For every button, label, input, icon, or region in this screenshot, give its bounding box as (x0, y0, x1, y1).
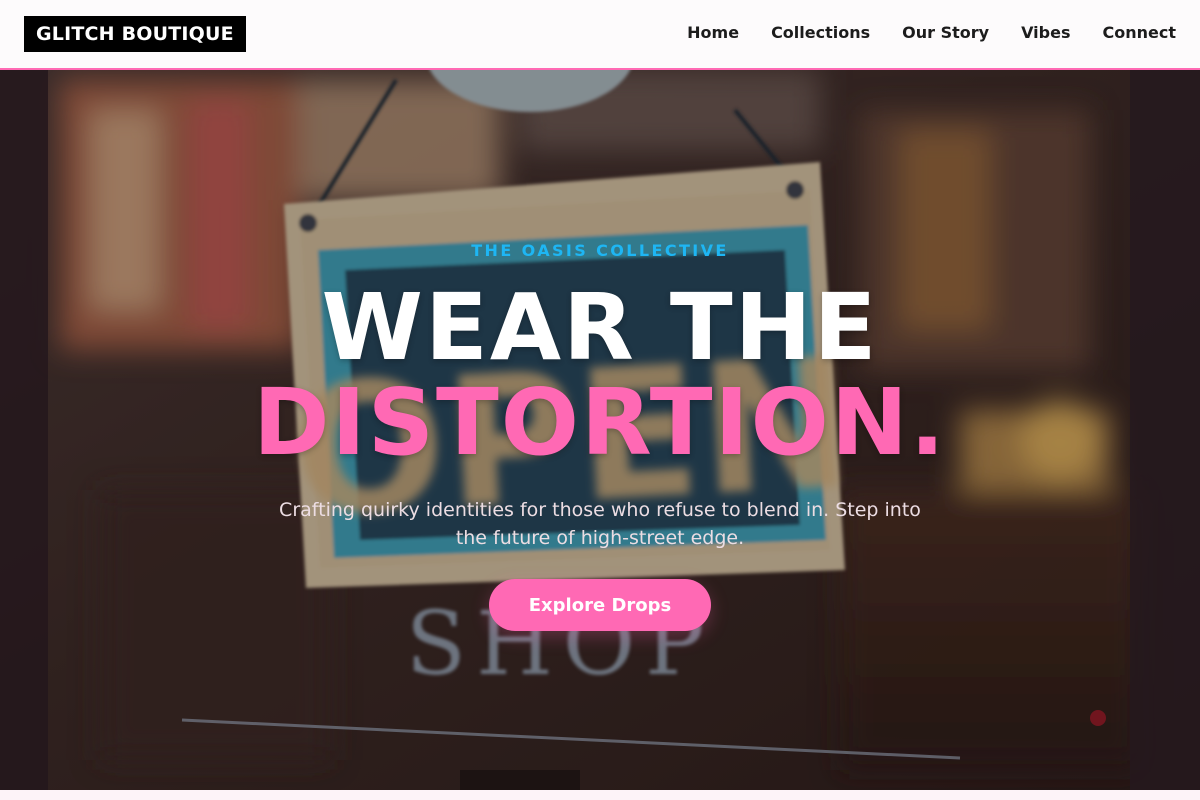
nav-our-story[interactable]: Our Story (902, 22, 989, 44)
main-nav: Home Collections Our Story Vibes Connect (687, 22, 1176, 44)
nav-vibes[interactable]: Vibes (1021, 22, 1070, 44)
hero-content: THE OASIS COLLECTIVE WEAR THE DISTORTION… (0, 70, 1200, 790)
hero-section: OPEN SHOP THE OASIS COLLECTIVE WEAR THE … (0, 70, 1200, 790)
site-header: GLITCH BOUTIQUE Home Collections Our Sto… (0, 0, 1200, 70)
hero-headline-line2: DISTORTION. (253, 369, 947, 476)
hero-eyebrow: THE OASIS COLLECTIVE (471, 241, 729, 260)
nav-collections[interactable]: Collections (771, 22, 870, 44)
explore-drops-button[interactable]: Explore Drops (489, 579, 711, 631)
nav-home[interactable]: Home (687, 22, 739, 44)
hero-headline-line1: WEAR THE (321, 274, 879, 381)
nav-connect[interactable]: Connect (1103, 22, 1177, 44)
brand-logo[interactable]: GLITCH BOUTIQUE (24, 16, 246, 52)
page-bottom-strip (0, 790, 1200, 800)
hero-subtitle: Crafting quirky identities for those who… (279, 499, 921, 549)
